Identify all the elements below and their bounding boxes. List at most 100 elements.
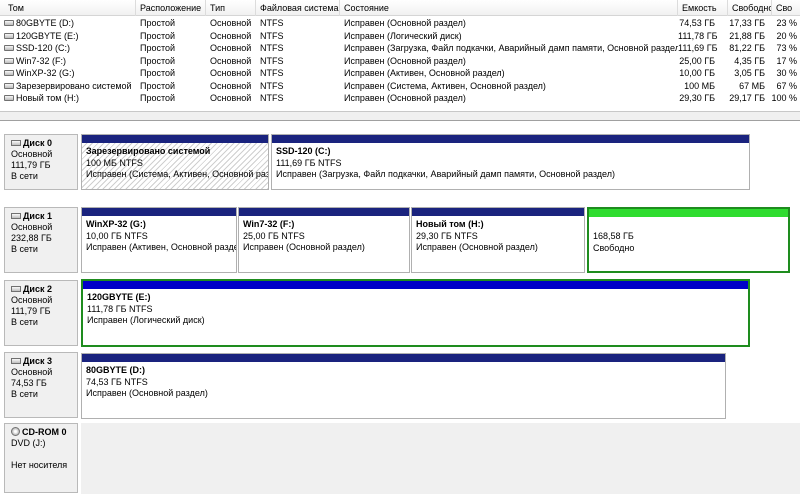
volume-filesystem: NTFS	[260, 43, 284, 53]
column-header-layout[interactable]: Расположение	[136, 0, 206, 16]
cd-icon	[11, 427, 20, 436]
volume-type: Основной	[210, 55, 252, 66]
volume-name: 120GBYTE (E:)	[16, 30, 79, 41]
disk-type: Основной	[11, 149, 53, 159]
volume-capacity: 111,69 ГБ	[678, 43, 718, 53]
cdrom-title: CD-ROM 0	[22, 427, 67, 437]
partition-bar	[272, 135, 749, 143]
cdrom-state: Нет носителя	[11, 460, 68, 470]
partition-new-volume[interactable]: Новый том (H:) 29,30 ГБ NTFS Исправен (О…	[411, 207, 585, 273]
disk-size: 111,79 ГБ	[11, 306, 51, 316]
disk-size: 111,79 ГБ	[11, 160, 51, 170]
column-header-free[interactable]: Свободно	[728, 0, 772, 16]
disk-type: Основной	[11, 222, 53, 232]
partition-80gbyte[interactable]: 80GBYTE (D:) 74,53 ГБ NTFS Исправен (Осн…	[81, 353, 726, 419]
volume-filesystem: NTFS	[260, 68, 284, 78]
volume-row[interactable]: 120GBYTE (E:) Простой Основной NTFS Испр…	[0, 30, 800, 43]
partition-name: 80GBYTE (D:)	[86, 365, 146, 375]
volume-capacity: 111,78 ГБ	[678, 30, 718, 41]
volume-capacity: 74,53 ГБ	[679, 18, 715, 28]
volume-free-percent: 20 %	[776, 30, 797, 41]
disk-title: Диск 2	[23, 284, 52, 294]
volume-layout: Простой	[140, 30, 176, 41]
partition-status: Свободно	[593, 242, 635, 253]
volume-status: Исправен (Активен, Основной раздел)	[344, 68, 505, 78]
partition-size: 29,30 ГБ NTFS	[416, 230, 478, 241]
partition-size: 74,53 ГБ NTFS	[86, 376, 148, 387]
disk-1-label[interactable]: Диск 1 Основной 232,88 ГБ В сети	[4, 207, 78, 273]
disk-3-label[interactable]: Диск 3 Основной 74,53 ГБ В сети	[4, 352, 78, 418]
partition-status: Исправен (Основной раздел)	[86, 388, 208, 398]
cdrom-type: DVD (J:)	[11, 438, 46, 448]
volume-free: 21,88 ГБ	[729, 30, 765, 41]
disk-title: Диск 3	[23, 356, 52, 366]
disk-icon	[11, 286, 21, 292]
volume-row[interactable]: Новый том (H:) Простой Основной NTFS Исп…	[0, 92, 800, 105]
volume-icon	[4, 95, 14, 101]
partition-name: Зарезервировано системой	[86, 146, 211, 156]
partition-win7-32[interactable]: Win7-32 (F:) 25,00 ГБ NTFS Исправен (Осн…	[238, 207, 410, 273]
disk-title: Диск 1	[23, 211, 52, 221]
partition-status: Исправен (Логический диск)	[87, 315, 205, 325]
disk-type: Основной	[11, 367, 53, 377]
volume-free: 4,35 ГБ	[734, 55, 765, 66]
volume-filesystem: NTFS	[260, 93, 284, 103]
volume-row[interactable]: 80GBYTE (D:) Простой Основной NTFS Испра…	[0, 17, 800, 30]
partition-size: 111,78 ГБ NTFS	[87, 303, 153, 314]
disk-state: В сети	[11, 389, 38, 399]
partition-status: Исправен (Основной раздел)	[416, 242, 538, 252]
volume-name: WinXP-32 (G:)	[16, 68, 75, 78]
partition-status: Исправен (Загрузка, Файл подкачки, Авари…	[276, 169, 615, 179]
partition-system-reserved[interactable]: Зарезервировано системой 100 МБ NTFS Исп…	[81, 134, 269, 190]
volume-icon	[4, 45, 14, 51]
volume-icon	[4, 32, 14, 39]
volume-capacity: 29,30 ГБ	[679, 93, 715, 103]
volume-name: Win7-32 (F:)	[16, 55, 67, 66]
volume-free: 3,05 ГБ	[734, 68, 765, 78]
disk-icon	[11, 358, 21, 364]
volume-icon	[4, 57, 14, 64]
volume-row[interactable]: Зарезервировано системой Простой Основно…	[0, 80, 800, 93]
disk-title: Диск 0	[23, 138, 52, 148]
disk-map[interactable]: Диск 0 Основной 111,79 ГБ В сети Зарезер…	[0, 120, 800, 494]
volume-filesystem: NTFS	[260, 80, 284, 91]
volume-filesystem: NTFS	[260, 30, 284, 41]
column-header-type[interactable]: Тип	[206, 0, 256, 16]
volume-capacity: 10,00 ГБ	[679, 68, 715, 78]
unallocated-space[interactable]: 168,58 ГБ Свободно	[587, 207, 790, 273]
partition-name: Win7-32 (F:)	[243, 219, 295, 229]
volume-icon	[4, 20, 14, 26]
volume-free: 29,17 ГБ	[729, 93, 765, 103]
column-header-status[interactable]: Состояние	[340, 0, 678, 16]
volume-status: Исправен (Основной раздел)	[344, 18, 466, 28]
column-header-free-percent[interactable]: Сво	[772, 0, 800, 16]
partition-ssd-120[interactable]: SSD-120 (C:) 111,69 ГБ NTFS Исправен (За…	[271, 134, 750, 190]
partition-bar	[412, 208, 584, 216]
volume-free: 81,22 ГБ	[729, 43, 765, 53]
volume-filesystem: NTFS	[260, 55, 284, 66]
volume-row[interactable]: Win7-32 (F:) Простой Основной NTFS Испра…	[0, 55, 800, 68]
disk-size: 232,88 ГБ	[11, 233, 52, 243]
partition-size: 10,00 ГБ NTFS	[86, 230, 148, 241]
partition-winxp-32[interactable]: WinXP-32 (G:) 10,00 ГБ NTFS Исправен (Ак…	[81, 207, 237, 273]
volume-row[interactable]: WinXP-32 (G:) Простой Основной NTFS Испр…	[0, 67, 800, 80]
column-header-filesystem[interactable]: Файловая система	[256, 0, 340, 16]
partition-name: Новый том (H:)	[416, 219, 484, 229]
volume-row[interactable]: SSD-120 (C:) Простой Основной NTFS Испра…	[0, 42, 800, 55]
column-header-capacity[interactable]: Емкость	[678, 0, 728, 16]
volume-type: Основной	[210, 68, 252, 78]
column-header-volume[interactable]: Том	[4, 0, 136, 16]
volume-capacity: 25,00 ГБ	[679, 55, 715, 66]
volume-filesystem: NTFS	[260, 18, 284, 28]
volume-free-percent: 73 %	[776, 43, 797, 53]
volume-name: 80GBYTE (D:)	[16, 18, 75, 28]
partition-bar	[82, 135, 268, 143]
partition-120gbyte[interactable]: 120GBYTE (E:) 111,78 ГБ NTFS Исправен (Л…	[81, 279, 750, 347]
volume-free-percent: 100 %	[771, 93, 797, 103]
partition-bar	[589, 209, 788, 217]
volume-list[interactable]: Том Расположение Тип Файловая система Со…	[0, 0, 800, 112]
volume-free-percent: 23 %	[776, 18, 797, 28]
disk-0-label[interactable]: Диск 0 Основной 111,79 ГБ В сети	[4, 134, 78, 190]
disk-2-label[interactable]: Диск 2 Основной 111,79 ГБ В сети	[4, 280, 78, 346]
cdrom-label[interactable]: CD-ROM 0 DVD (J:) Нет носителя	[4, 423, 78, 493]
